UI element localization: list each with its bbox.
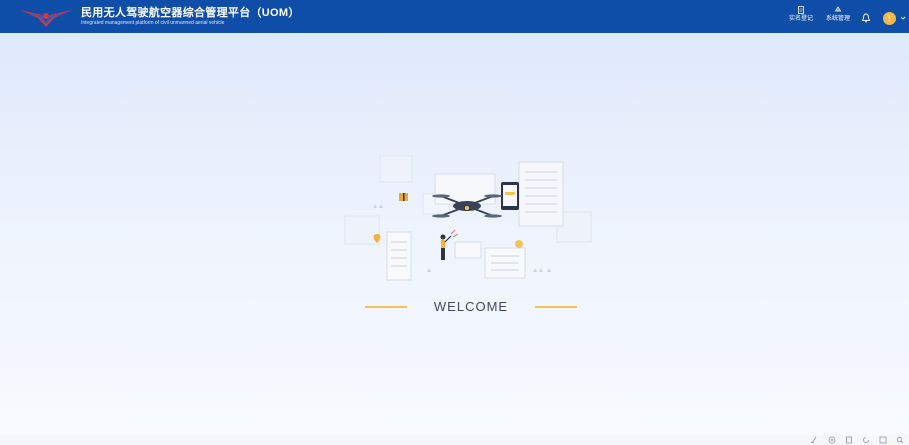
search-icon[interactable] [896, 436, 904, 444]
reload-icon[interactable] [862, 436, 870, 444]
drone-city-illustration [344, 155, 592, 281]
target-icon[interactable] [828, 436, 836, 444]
platform-title: 民用无人驾驶航空器综合管理平台（UOM） [81, 7, 300, 19]
nav-real-name-registration[interactable]: 实名登记 [786, 6, 816, 30]
nav-system-management[interactable]: 系统管理 [822, 6, 854, 30]
recycle-icon [834, 6, 842, 12]
clipboard-icon[interactable] [845, 436, 853, 444]
platform-title-block: 民用无人驾驶航空器综合管理平台（UOM） Integrated manageme… [81, 7, 300, 27]
broom-icon[interactable] [810, 436, 818, 444]
avatar[interactable]: ! [883, 12, 896, 25]
bottom-toolbar [0, 435, 909, 445]
welcome-text: WELCOME [433, 299, 509, 314]
nav-label: 实名登记 [788, 16, 813, 22]
chevron-down-icon[interactable] [900, 15, 906, 21]
welcome-line-right [535, 306, 577, 308]
top-header: 民用无人驾驶航空器综合管理平台（UOM） Integrated manageme… [0, 0, 909, 33]
platform-subtitle: Integrated management platform of civil … [81, 20, 225, 26]
welcome-banner: WELCOME [365, 299, 577, 315]
bell-icon[interactable] [861, 13, 871, 23]
welcome-line-left [365, 306, 407, 308]
nav-label: 系统管理 [825, 16, 850, 22]
expand-icon[interactable] [879, 436, 887, 444]
main-content: WELCOME [0, 33, 909, 435]
document-icon [798, 6, 804, 14]
caac-logo [20, 10, 72, 27]
